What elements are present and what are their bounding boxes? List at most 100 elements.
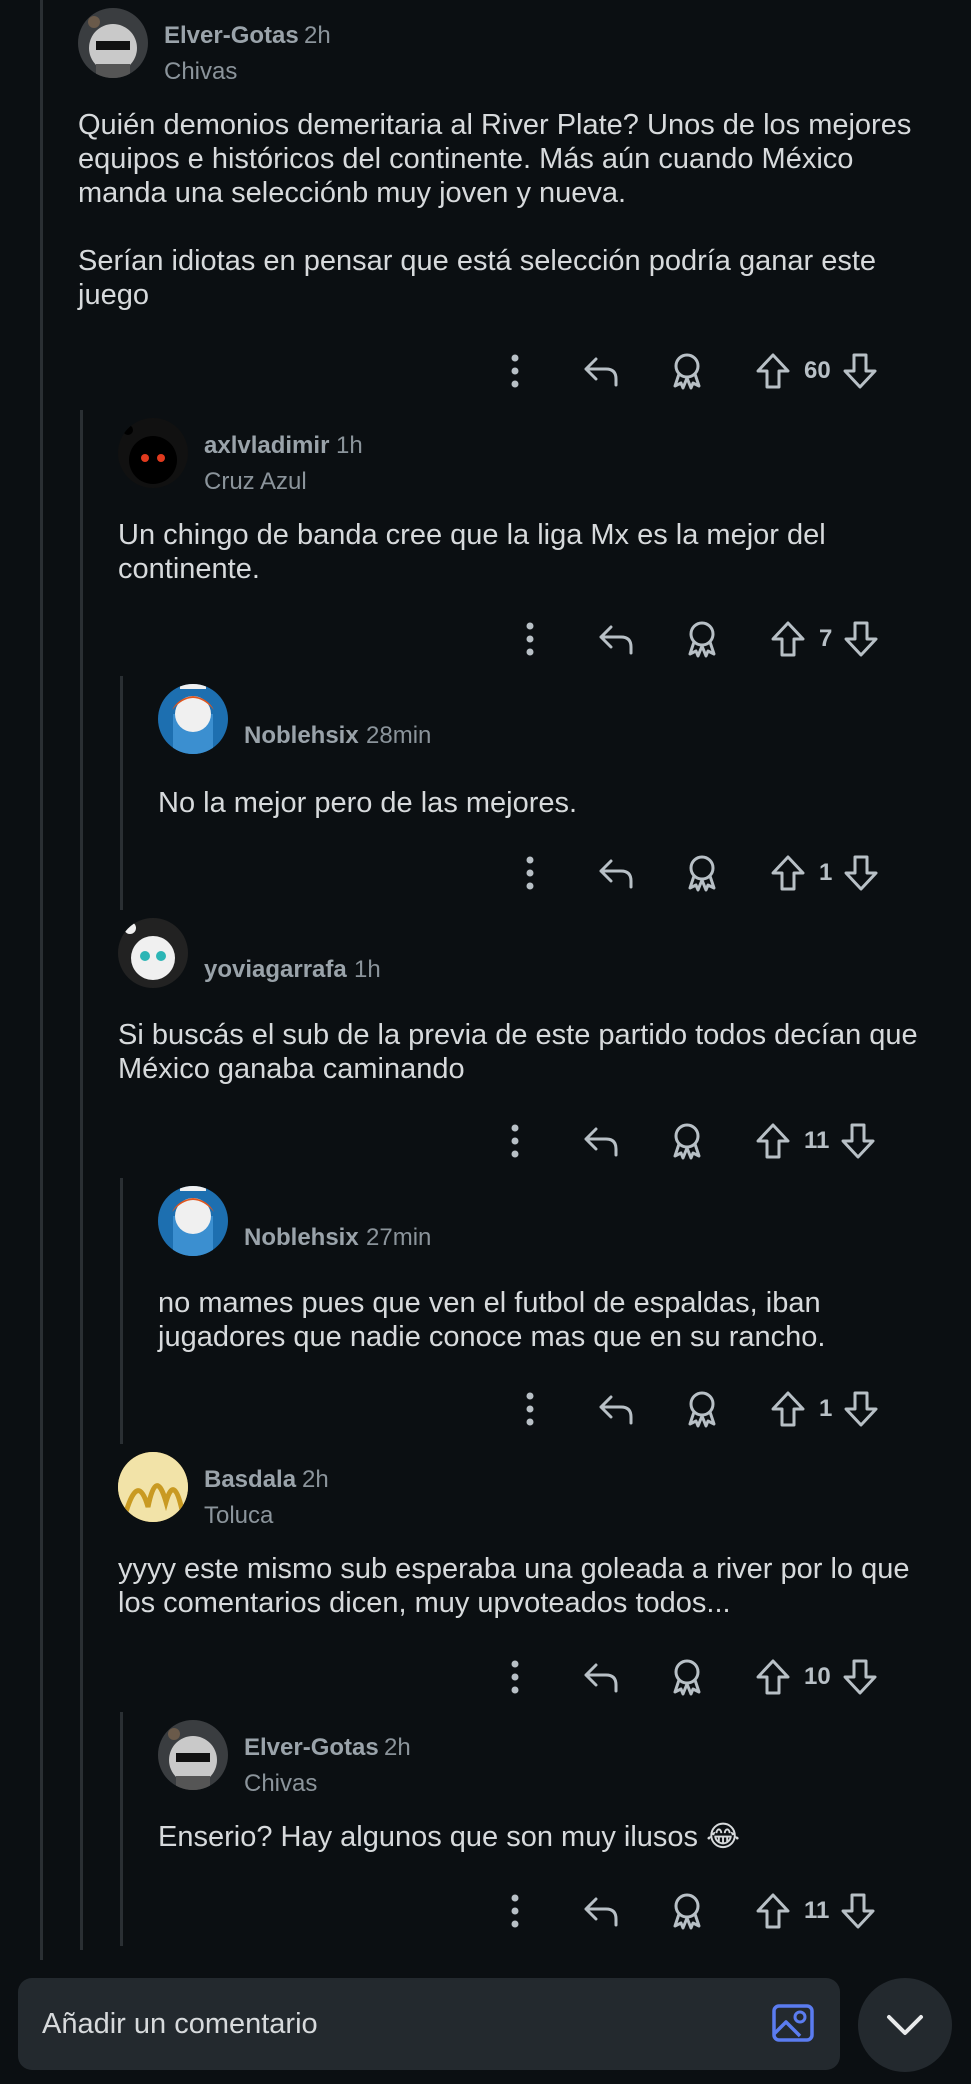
comment: yoviagarrafa 1h Si buscás el sub de la p… — [118, 910, 938, 1085]
comment-input[interactable]: Añadir un comentario — [18, 1978, 840, 2070]
chevron-down-icon — [887, 2015, 923, 2035]
reply-button[interactable] — [591, 857, 641, 889]
thread-line — [120, 676, 123, 910]
comment-input-placeholder: Añadir un comentario — [42, 2008, 318, 2040]
reply-button[interactable] — [591, 1393, 641, 1425]
comment-actions: 1 — [505, 848, 886, 898]
comment-header: Elver-Gotas 2h Chivas — [158, 1712, 938, 1797]
award-button[interactable] — [662, 1892, 712, 1930]
reply-button[interactable] — [576, 355, 626, 387]
comment-actions: 10 — [490, 1652, 885, 1702]
comment-time: 2h — [304, 22, 331, 49]
vote-count: 1 — [819, 1395, 833, 1422]
comment-header: axlvladimir 1h Cruz Azul — [118, 410, 938, 495]
downvote-button[interactable] — [833, 1892, 883, 1930]
award-button[interactable] — [677, 1390, 727, 1428]
avatar[interactable] — [118, 418, 188, 488]
avatar[interactable] — [118, 1452, 188, 1522]
downvote-button[interactable] — [836, 1390, 886, 1428]
vote-count: 11 — [804, 1127, 830, 1154]
comment-actions: 7 — [505, 614, 886, 664]
more-options-button[interactable] — [490, 1660, 540, 1694]
downvote-button[interactable] — [833, 1122, 883, 1160]
downvote-button[interactable] — [835, 1658, 885, 1696]
downvote-button[interactable] — [836, 620, 886, 658]
comment-actions: 60 — [490, 346, 885, 396]
comment-body: Si buscás el sub de la previa de este pa… — [118, 1019, 918, 1085]
upvote-button[interactable] — [748, 352, 798, 390]
comment-username[interactable]: Elver-Gotas — [164, 22, 299, 50]
user-flair: Chivas — [164, 58, 238, 85]
comment: Noblehsix 27min no mames pues que ven el… — [158, 1178, 938, 1353]
user-flair: Toluca — [204, 1502, 274, 1529]
upvote-button[interactable] — [763, 620, 813, 658]
downvote-button[interactable] — [836, 854, 886, 892]
comment: Basdala 2h Toluca yyyy este mismo sub es… — [118, 1444, 938, 1619]
image-icon[interactable] — [770, 2000, 816, 2046]
comment-time: 1h — [354, 956, 381, 983]
comment: Elver-Gotas 2h Chivas Quién demonios dem… — [78, 0, 940, 311]
award-button[interactable] — [662, 1658, 712, 1696]
comment-username[interactable]: Noblehsix — [244, 1224, 359, 1252]
comment: Noblehsix 28min No la mejor pero de las … — [158, 676, 938, 819]
user-flair: Cruz Azul — [204, 468, 307, 495]
avatar[interactable] — [78, 8, 148, 78]
comment-actions: 11 — [490, 1116, 883, 1166]
thread-line — [80, 410, 83, 1950]
award-button[interactable] — [662, 352, 712, 390]
reply-button[interactable] — [591, 623, 641, 655]
award-button[interactable] — [677, 854, 727, 892]
vote-count: 10 — [804, 1663, 831, 1690]
collapse-button[interactable] — [858, 1978, 952, 2072]
upvote-button[interactable] — [748, 1122, 798, 1160]
award-button[interactable] — [662, 1122, 712, 1160]
comment-username[interactable]: Noblehsix — [244, 722, 359, 750]
reply-button[interactable] — [576, 1125, 626, 1157]
upvote-button[interactable] — [748, 1658, 798, 1696]
upvote-button[interactable] — [763, 854, 813, 892]
comment-username[interactable]: Elver-Gotas — [244, 1734, 379, 1762]
award-button[interactable] — [677, 620, 727, 658]
more-options-button[interactable] — [490, 1124, 540, 1158]
more-options-button[interactable] — [490, 1894, 540, 1928]
thread-line — [40, 0, 43, 1960]
comment-username[interactable]: Basdala — [204, 1466, 296, 1494]
comment-header: Noblehsix 27min — [158, 1178, 938, 1258]
more-options-button[interactable] — [505, 1392, 555, 1426]
reply-button[interactable] — [576, 1895, 626, 1927]
more-options-button[interactable] — [505, 622, 555, 656]
comment-time: 1h — [336, 432, 363, 459]
comment-username[interactable]: axlvladimir — [204, 432, 329, 460]
comment-header: Elver-Gotas 2h Chivas — [78, 0, 940, 85]
vote-count: 60 — [804, 357, 831, 384]
avatar[interactable] — [158, 1186, 228, 1256]
comment-header: yoviagarrafa 1h — [118, 910, 938, 990]
vote-count: 11 — [804, 1897, 830, 1924]
comment-header: Noblehsix 28min — [158, 676, 938, 756]
vote-count: 1 — [819, 859, 833, 886]
comment-header: Basdala 2h Toluca — [118, 1444, 938, 1529]
comment-time: 27min — [366, 1224, 432, 1251]
comment-time: 2h — [384, 1734, 411, 1761]
comment-body: yyyy este mismo sub esperaba una goleada… — [118, 1553, 910, 1619]
downvote-button[interactable] — [835, 352, 885, 390]
upvote-button[interactable] — [763, 1390, 813, 1428]
avatar[interactable] — [118, 918, 188, 988]
comment: Elver-Gotas 2h Chivas Enserio? Hay algun… — [158, 1712, 938, 1853]
comment: axlvladimir 1h Cruz Azul Un chingo de ba… — [118, 410, 938, 585]
more-options-button[interactable] — [490, 354, 540, 388]
reply-button[interactable] — [576, 1661, 626, 1693]
comment-time: 28min — [366, 722, 432, 749]
comment-body: no mames pues que ven el futbol de espal… — [158, 1287, 826, 1353]
comment-username[interactable]: yoviagarrafa — [204, 956, 347, 984]
more-options-button[interactable] — [505, 856, 555, 890]
user-flair: Chivas — [244, 1770, 318, 1797]
avatar[interactable] — [158, 1720, 228, 1790]
comment-actions: 11 — [490, 1886, 883, 1936]
comment-body: No la mejor pero de las mejores. — [158, 787, 578, 819]
comment-body: Enserio? Hay algunos que son muy ilusos … — [158, 1821, 740, 1853]
upvote-button[interactable] — [748, 1892, 798, 1930]
thread-line — [120, 1178, 123, 1444]
avatar[interactable] — [158, 684, 228, 754]
comment-composer-bar: Añadir un comentario — [0, 1960, 971, 2084]
